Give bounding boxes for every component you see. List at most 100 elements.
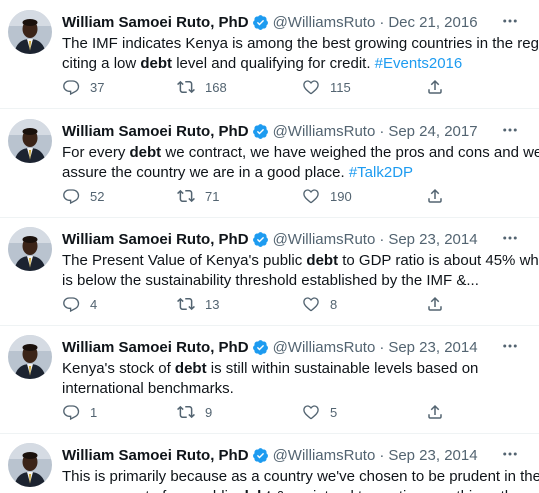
- tweet-text-line-2: assure the country we are in a good plac…: [62, 164, 414, 181]
- verified-badge-icon: [252, 14, 268, 30]
- tweet[interactable]: William Samoei Ruto, PhD @WilliamsRuto ·…: [0, 325, 539, 434]
- like-icon: [303, 297, 319, 312]
- hashtag-link[interactable]: #Talk2DP: [349, 164, 413, 181]
- more-options-icon[interactable]: [501, 12, 519, 30]
- tweet-actions: 1 9 5: [62, 403, 462, 423]
- separator-dot: ·: [379, 338, 385, 356]
- author-handle[interactable]: @WilliamsRuto: [273, 14, 376, 31]
- tweet-text-line-2: management of our public debt & we inten…: [62, 487, 532, 493]
- like-icon: [303, 80, 319, 95]
- retweet-count: 71: [205, 188, 220, 204]
- tweet-text-line-1: For every debt we contract, we have weig…: [62, 144, 539, 161]
- reply-count: 37: [90, 79, 105, 95]
- tweet-text-line-1: Kenya's stock of debt is still within su…: [62, 360, 479, 377]
- tweet[interactable]: William Samoei Ruto, PhD @WilliamsRuto ·…: [0, 0, 539, 109]
- like-icon: [303, 405, 319, 420]
- author-name[interactable]: William Samoei Ruto, PhD: [62, 231, 249, 248]
- tweet-text-line-2: international benchmarks.: [62, 380, 234, 397]
- like-button[interactable]: 115: [302, 78, 351, 96]
- retweet-button[interactable]: 168: [177, 78, 227, 96]
- verified-badge-icon: [252, 447, 268, 463]
- reply-icon: [63, 189, 80, 205]
- share-icon[interactable]: [426, 187, 444, 205]
- more-options-icon[interactable]: [501, 445, 519, 463]
- avatar[interactable]: [8, 227, 52, 271]
- tweet-text: Kenya's stock of debt is still within su…: [62, 359, 532, 399]
- tweet-actions: 37 168 115: [62, 78, 462, 98]
- tweet-header: William Samoei Ruto, PhD @WilliamsRuto ·…: [62, 229, 478, 249]
- reply-button[interactable]: 4: [62, 295, 97, 313]
- reply-button[interactable]: 1: [62, 403, 97, 421]
- avatar[interactable]: [8, 10, 52, 54]
- separator-dot: ·: [379, 446, 385, 464]
- tweet-header: William Samoei Ruto, PhD @WilliamsRuto ·…: [62, 121, 478, 141]
- tweet-date[interactable]: Sep 23, 2014: [388, 231, 477, 248]
- share-icon[interactable]: [426, 295, 444, 313]
- author-name[interactable]: William Samoei Ruto, PhD: [62, 123, 249, 140]
- tweet[interactable]: William Samoei Ruto, PhD @WilliamsRuto ·…: [0, 109, 539, 218]
- retweet-button[interactable]: 9: [177, 403, 212, 421]
- tweet-header: William Samoei Ruto, PhD @WilliamsRuto ·…: [62, 445, 478, 465]
- verified-badge-icon: [252, 123, 268, 139]
- tweet-date[interactable]: Sep 24, 2017: [388, 123, 477, 140]
- avatar[interactable]: [8, 443, 52, 487]
- tweet-date[interactable]: Dec 21, 2016: [388, 14, 477, 31]
- tweet[interactable]: William Samoei Ruto, PhD @WilliamsRuto ·…: [0, 217, 539, 326]
- author-handle[interactable]: @WilliamsRuto: [273, 447, 376, 464]
- tweet-text-line-2: is below the sustainability threshold es…: [62, 272, 479, 289]
- tweet-text-line-1: The Present Value of Kenya's public debt…: [62, 252, 539, 269]
- tweet-date[interactable]: Sep 23, 2014: [388, 339, 477, 356]
- tweet-text-line-2: citing a low debt level and qualifying f…: [62, 55, 463, 72]
- author-handle[interactable]: @WilliamsRuto: [273, 123, 376, 140]
- author-handle[interactable]: @WilliamsRuto: [273, 339, 376, 356]
- retweet-button[interactable]: 13: [177, 295, 219, 313]
- like-button[interactable]: 8: [302, 295, 337, 313]
- author-name[interactable]: William Samoei Ruto, PhD: [62, 14, 249, 31]
- author-name[interactable]: William Samoei Ruto, PhD: [62, 339, 249, 356]
- author-name[interactable]: William Samoei Ruto, PhD: [62, 447, 249, 464]
- retweet-button[interactable]: 71: [177, 187, 219, 205]
- separator-dot: ·: [379, 230, 385, 248]
- tweet-date[interactable]: Sep 23, 2014: [388, 447, 477, 464]
- separator-dot: ·: [379, 122, 385, 140]
- more-options-icon[interactable]: [501, 229, 519, 247]
- like-icon: [303, 189, 319, 204]
- share-icon[interactable]: [426, 403, 444, 421]
- tweet-text-line-1: This is primarily because as a country w…: [62, 468, 539, 485]
- reply-icon: [63, 405, 80, 421]
- tweet-actions: 52 71 190: [62, 187, 462, 207]
- tweet-text: The Present Value of Kenya's public debt…: [62, 251, 539, 291]
- retweet-icon: [177, 297, 195, 311]
- retweet-count: 9: [205, 404, 213, 420]
- tweet-feed: William Samoei Ruto, PhD @WilliamsRuto ·…: [0, 0, 539, 493]
- tweet[interactable]: William Samoei Ruto, PhD @WilliamsRuto ·…: [0, 433, 539, 493]
- like-count: 190: [330, 188, 352, 204]
- hashtag-link[interactable]: #Events2016: [375, 55, 463, 72]
- share-icon[interactable]: [426, 78, 444, 96]
- reply-count: 52: [90, 188, 105, 204]
- retweet-icon: [177, 189, 195, 203]
- reply-button[interactable]: 52: [62, 187, 104, 205]
- reply-count: 4: [90, 296, 98, 312]
- like-count: 115: [330, 79, 351, 95]
- verified-badge-icon: [252, 231, 268, 247]
- avatar[interactable]: [8, 335, 52, 379]
- more-options-icon[interactable]: [501, 337, 519, 355]
- retweet-count: 13: [205, 296, 220, 312]
- more-options-icon[interactable]: [501, 121, 519, 139]
- reply-icon: [63, 297, 80, 313]
- tweet-text: For every debt we contract, we have weig…: [62, 143, 539, 183]
- verified-badge-icon: [252, 339, 268, 355]
- tweet-header: William Samoei Ruto, PhD @WilliamsRuto ·…: [62, 12, 478, 32]
- retweet-icon: [177, 405, 195, 419]
- separator-dot: ·: [379, 13, 385, 31]
- tweet-actions: 4 13 8: [62, 295, 462, 315]
- reply-icon: [63, 80, 80, 96]
- tweet-header: William Samoei Ruto, PhD @WilliamsRuto ·…: [62, 337, 478, 357]
- author-handle[interactable]: @WilliamsRuto: [273, 231, 376, 248]
- tweet-text: This is primarily because as a country w…: [62, 467, 539, 493]
- like-button[interactable]: 190: [302, 187, 352, 205]
- like-button[interactable]: 5: [302, 403, 337, 421]
- avatar[interactable]: [8, 119, 52, 163]
- reply-button[interactable]: 37: [62, 78, 104, 96]
